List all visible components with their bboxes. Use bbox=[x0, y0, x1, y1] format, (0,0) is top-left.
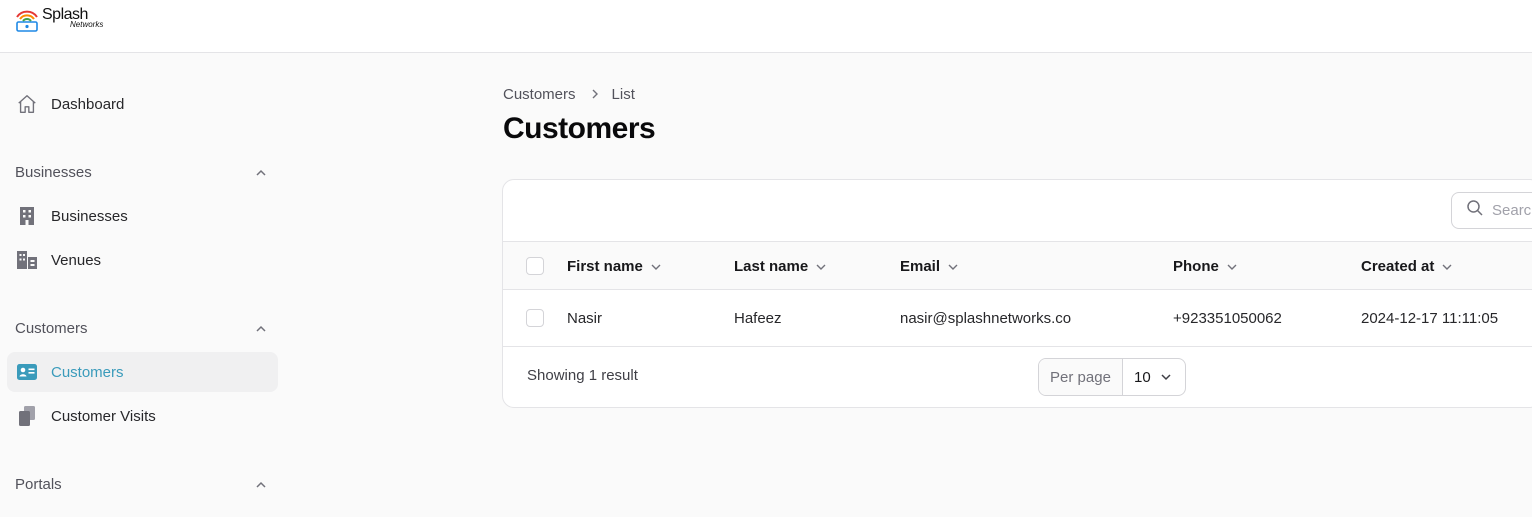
column-label: Created at bbox=[1361, 258, 1435, 275]
id-card-icon bbox=[16, 361, 38, 383]
sidebar-item-label: Businesses bbox=[51, 207, 128, 225]
breadcrumb: Customers List bbox=[503, 84, 635, 104]
sidebar-item-customers[interactable]: Customers bbox=[7, 352, 278, 392]
per-page-value[interactable]: 10 bbox=[1123, 359, 1185, 395]
per-page-label: Per page bbox=[1039, 359, 1123, 395]
chevron-right-icon bbox=[590, 88, 600, 100]
sidebar-item-label: Customers bbox=[51, 363, 124, 381]
cell-email: nasir@splashnetworks.co bbox=[900, 310, 1072, 327]
chevron-up-icon[interactable] bbox=[255, 166, 267, 178]
table-row[interactable]: Nasir Hafeez nasir@splashnetworks.co +92… bbox=[503, 290, 1532, 347]
cell-first-name: Nasir bbox=[567, 310, 603, 327]
logo-subtitle: Networks bbox=[70, 20, 104, 29]
top-bar: Splash Networks bbox=[0, 0, 1532, 53]
cell-phone: +923351050062 bbox=[1173, 310, 1282, 327]
search-input[interactable] bbox=[1492, 202, 1532, 219]
wifi-logo-icon bbox=[14, 7, 40, 33]
customers-table-card: First name Last name Email Phone Created… bbox=[502, 179, 1532, 408]
chevron-down-icon bbox=[1441, 261, 1453, 273]
column-label: Last name bbox=[734, 258, 809, 275]
chevron-down-icon bbox=[1226, 261, 1238, 273]
sidebar-group-title: Portals bbox=[15, 475, 62, 493]
sidebar-group-title: Customers bbox=[15, 319, 88, 337]
documents-icon bbox=[16, 405, 38, 427]
chevron-down-icon bbox=[947, 261, 959, 273]
table-header: First name Last name Email Phone Created… bbox=[503, 241, 1532, 290]
breadcrumb-customers[interactable]: Customers bbox=[503, 86, 576, 103]
chevron-down-icon bbox=[1160, 371, 1172, 383]
column-created-at[interactable]: Created at bbox=[1361, 242, 1453, 291]
search-box[interactable] bbox=[1451, 192, 1532, 229]
sidebar-item-venues[interactable]: Venues bbox=[7, 240, 278, 280]
select-all-checkbox[interactable] bbox=[526, 257, 544, 275]
sidebar-group-portals[interactable]: Portals bbox=[15, 473, 267, 495]
sidebar-item-dashboard[interactable]: Dashboard bbox=[7, 84, 278, 124]
sidebar: Dashboard Businesses Businesses Venues C… bbox=[0, 53, 290, 517]
per-page-select[interactable]: Per page 10 bbox=[1038, 358, 1186, 396]
building-icon bbox=[16, 205, 38, 227]
column-label: Email bbox=[900, 258, 941, 275]
breadcrumb-list: List bbox=[611, 85, 635, 103]
search-icon bbox=[1466, 199, 1484, 222]
column-email[interactable]: Email bbox=[900, 242, 959, 291]
buildings-icon bbox=[16, 249, 38, 271]
column-label: First name bbox=[567, 258, 643, 275]
cell-last-name: Hafeez bbox=[734, 310, 782, 327]
sidebar-group-title: Businesses bbox=[15, 163, 92, 181]
sidebar-group-customers[interactable]: Customers bbox=[15, 317, 267, 339]
home-icon bbox=[16, 93, 38, 115]
sidebar-item-label: Customer Visits bbox=[51, 407, 156, 425]
sidebar-group-businesses[interactable]: Businesses bbox=[15, 161, 267, 183]
page-title: Customers bbox=[503, 112, 656, 145]
column-label: Phone bbox=[1173, 258, 1219, 275]
chevron-up-icon[interactable] bbox=[255, 478, 267, 490]
row-checkbox[interactable] bbox=[526, 309, 544, 327]
chevron-down-icon bbox=[650, 261, 662, 273]
sidebar-item-businesses[interactable]: Businesses bbox=[7, 196, 278, 236]
sidebar-item-label: Venues bbox=[51, 251, 102, 269]
column-phone[interactable]: Phone bbox=[1173, 242, 1238, 291]
column-last-name[interactable]: Last name bbox=[734, 242, 827, 291]
chevron-down-icon bbox=[815, 261, 827, 273]
logo[interactable]: Splash Networks bbox=[14, 7, 103, 33]
per-page-selected: 10 bbox=[1134, 368, 1151, 386]
results-count: Showing 1 result bbox=[527, 367, 638, 384]
sidebar-item-customer-visits[interactable]: Customer Visits bbox=[7, 396, 278, 436]
chevron-up-icon[interactable] bbox=[255, 322, 267, 334]
column-first-name[interactable]: First name bbox=[567, 242, 662, 291]
cell-created-at: 2024-12-17 11:11:05 bbox=[1361, 310, 1499, 327]
sidebar-item-label: Dashboard bbox=[51, 95, 125, 113]
